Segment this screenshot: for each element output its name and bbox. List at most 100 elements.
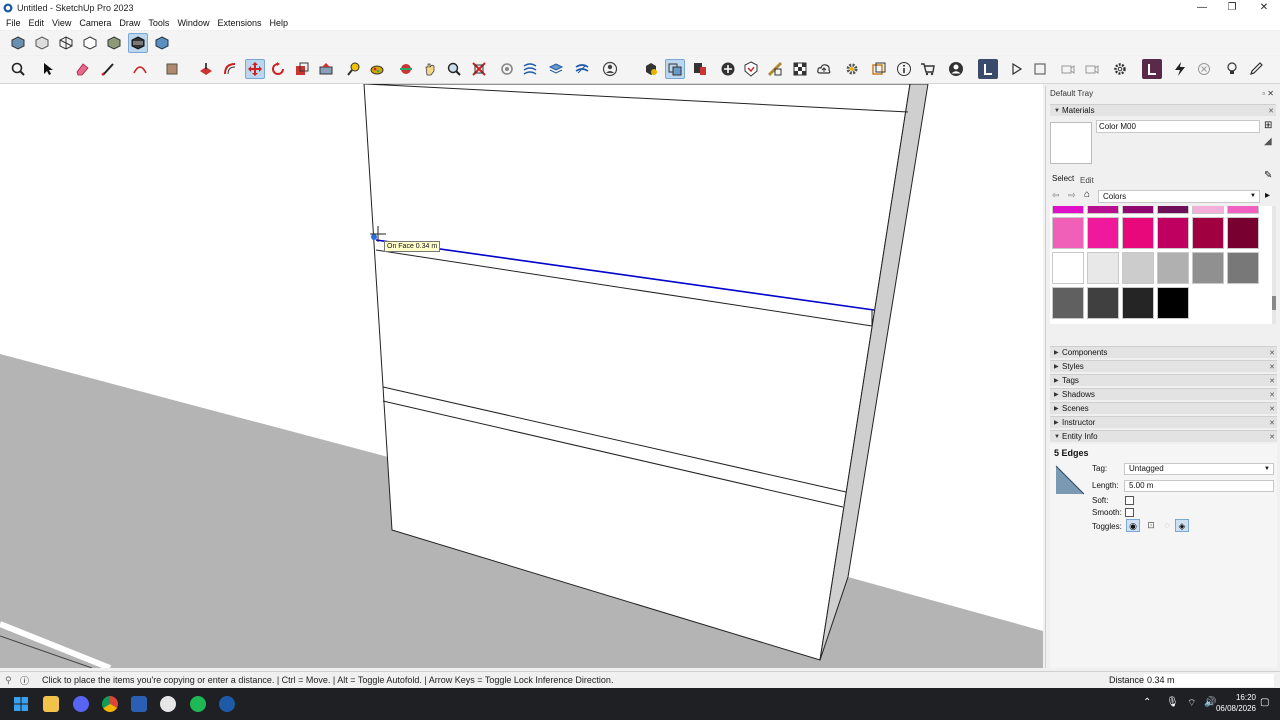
tag-select[interactable]: Untagged ▼ (1124, 463, 1274, 475)
xray-style-icon[interactable] (8, 33, 28, 53)
menu-extensions[interactable]: Extensions (213, 18, 265, 28)
model-scene[interactable] (0, 84, 1043, 668)
menu-file[interactable]: File (2, 18, 25, 28)
material-name-field[interactable]: Color M00 (1096, 120, 1260, 133)
material-swatch[interactable] (1122, 252, 1154, 284)
sample-paint-icon[interactable]: ✎ (1264, 170, 1272, 181)
lightning-icon[interactable] (1170, 59, 1190, 79)
material-swatch[interactable] (1052, 252, 1084, 284)
credits-info-icon[interactable]: ⓘ (20, 674, 29, 687)
ruler-tool-icon[interactable] (765, 59, 785, 79)
plugin-brand-icon[interactable] (1142, 59, 1162, 79)
close-icon[interactable]: ✕ (1268, 107, 1274, 115)
menu-help[interactable]: Help (265, 18, 292, 28)
back-arrow-icon[interactable]: ⇦ (1052, 190, 1060, 201)
pencil-icon[interactable] (1246, 59, 1266, 79)
zoom-extents-icon[interactable] (469, 59, 489, 79)
maximize-button[interactable]: ❐ (1216, 0, 1248, 15)
swatch-scrollbar[interactable] (1272, 206, 1276, 324)
material-swatch[interactable] (1087, 217, 1119, 249)
menu-view[interactable]: View (48, 18, 75, 28)
material-swatch[interactable] (1227, 252, 1259, 284)
app-icon[interactable] (131, 696, 147, 712)
lock-icon[interactable]: ⊡ (1144, 519, 1158, 532)
material-swatch[interactable] (1122, 287, 1154, 319)
shadow-cast-icon[interactable]: ◈ (1175, 519, 1189, 532)
menu-camera[interactable]: Camera (75, 18, 115, 28)
chatgpt-icon[interactable] (160, 696, 176, 712)
details-arrow-icon[interactable]: ▸ (1265, 190, 1270, 201)
account-icon[interactable] (600, 59, 620, 79)
rotate-tool-icon[interactable] (268, 59, 288, 79)
shaded-style-icon[interactable] (104, 33, 124, 53)
stamp-tool-icon[interactable] (572, 59, 592, 79)
panel-styles[interactable]: ▶ Styles ✕ (1050, 360, 1277, 372)
select-tool-icon[interactable] (38, 59, 58, 79)
volume-icon[interactable]: 🔊 (1204, 697, 1216, 708)
material-swatch[interactable] (1122, 217, 1154, 249)
chrome-icon[interactable] (102, 696, 118, 712)
panel-components[interactable]: ▶ Components ✕ (1050, 346, 1277, 358)
search-icon[interactable] (8, 59, 28, 79)
info-icon[interactable] (894, 59, 914, 79)
close-icon[interactable]: ✕ (1269, 391, 1275, 399)
panel-instructor[interactable]: ▶ Instructor ✕ (1050, 416, 1277, 428)
extension-warehouse-icon[interactable] (641, 59, 661, 79)
checker-grid-icon[interactable] (790, 59, 810, 79)
length-field[interactable]: 5.00 m (1124, 480, 1274, 492)
user-avatar-icon[interactable] (946, 59, 966, 79)
move-tool-icon[interactable] (245, 59, 265, 79)
follow-me-icon[interactable] (316, 59, 336, 79)
menu-window[interactable]: Window (173, 18, 213, 28)
material-swatch[interactable] (1192, 252, 1224, 284)
arc-tool-icon[interactable] (130, 59, 150, 79)
close-icon[interactable]: ✕ (1269, 433, 1275, 441)
material-swatch[interactable] (1227, 206, 1259, 214)
shape-tool-icon[interactable] (162, 59, 182, 79)
badge-icon[interactable] (741, 59, 761, 79)
panel-scenes[interactable]: ▶ Scenes ✕ (1050, 402, 1277, 414)
camera-add-icon[interactable] (1082, 59, 1102, 79)
cancel-circle-icon[interactable] (1194, 59, 1214, 79)
create-material-icon[interactable]: ⊞ (1264, 120, 1272, 131)
panel-entity-info[interactable]: ▼ Entity Info ✕ (1050, 430, 1277, 442)
extension-logo-icon[interactable] (978, 59, 998, 79)
home-icon[interactable]: ⌂ (1084, 189, 1090, 200)
material-swatch[interactable] (1157, 206, 1189, 214)
menu-draw[interactable]: Draw (115, 18, 144, 28)
close-icon[interactable]: ✕ (1269, 405, 1275, 413)
eraser-icon[interactable] (72, 59, 92, 79)
default-material-icon[interactable]: ◢ (1264, 136, 1272, 147)
zoom-icon[interactable] (444, 59, 464, 79)
outliner-icon[interactable] (869, 59, 889, 79)
shaded-textures-style-icon[interactable] (128, 33, 148, 53)
section-plane-icon[interactable] (497, 59, 517, 79)
monochrome-style-icon[interactable] (152, 33, 172, 53)
material-swatch[interactable] (1157, 287, 1189, 319)
geolocation-icon[interactable]: ⚲ (5, 675, 12, 686)
cloud-upload-icon[interactable] (814, 59, 834, 79)
component-replace-icon[interactable] (665, 59, 685, 79)
material-swatch[interactable] (1157, 217, 1189, 249)
spotify-icon[interactable] (190, 696, 206, 712)
material-swatch[interactable] (1157, 252, 1189, 284)
file-explorer-icon[interactable] (43, 696, 59, 712)
lightbulb-icon[interactable] (1222, 59, 1242, 79)
system-clock[interactable]: 16:20 06/08/2026 (1216, 692, 1256, 714)
close-icon[interactable]: ✕ (1269, 377, 1275, 385)
orbit-icon[interactable] (396, 59, 416, 79)
sandbox-icon[interactable] (520, 59, 540, 79)
microphone-icon[interactable]: 🎙 (1166, 697, 1179, 708)
pan-hand-icon[interactable] (420, 59, 440, 79)
tape-measure-icon[interactable] (344, 59, 364, 79)
material-swatch[interactable] (1122, 206, 1154, 214)
panel-shadows[interactable]: ▶ Shadows ✕ (1050, 388, 1277, 400)
wifi-icon[interactable]: ⌔ (1187, 697, 1196, 710)
profile-builder-icon[interactable] (690, 59, 710, 79)
menu-tools[interactable]: Tools (144, 18, 173, 28)
close-icon[interactable]: ✕ (1269, 349, 1275, 357)
material-swatch[interactable] (1087, 252, 1119, 284)
forward-arrow-icon[interactable]: ⇨ (1068, 190, 1076, 201)
layers-icon[interactable] (546, 59, 566, 79)
tab-select[interactable]: Select (1052, 174, 1074, 183)
